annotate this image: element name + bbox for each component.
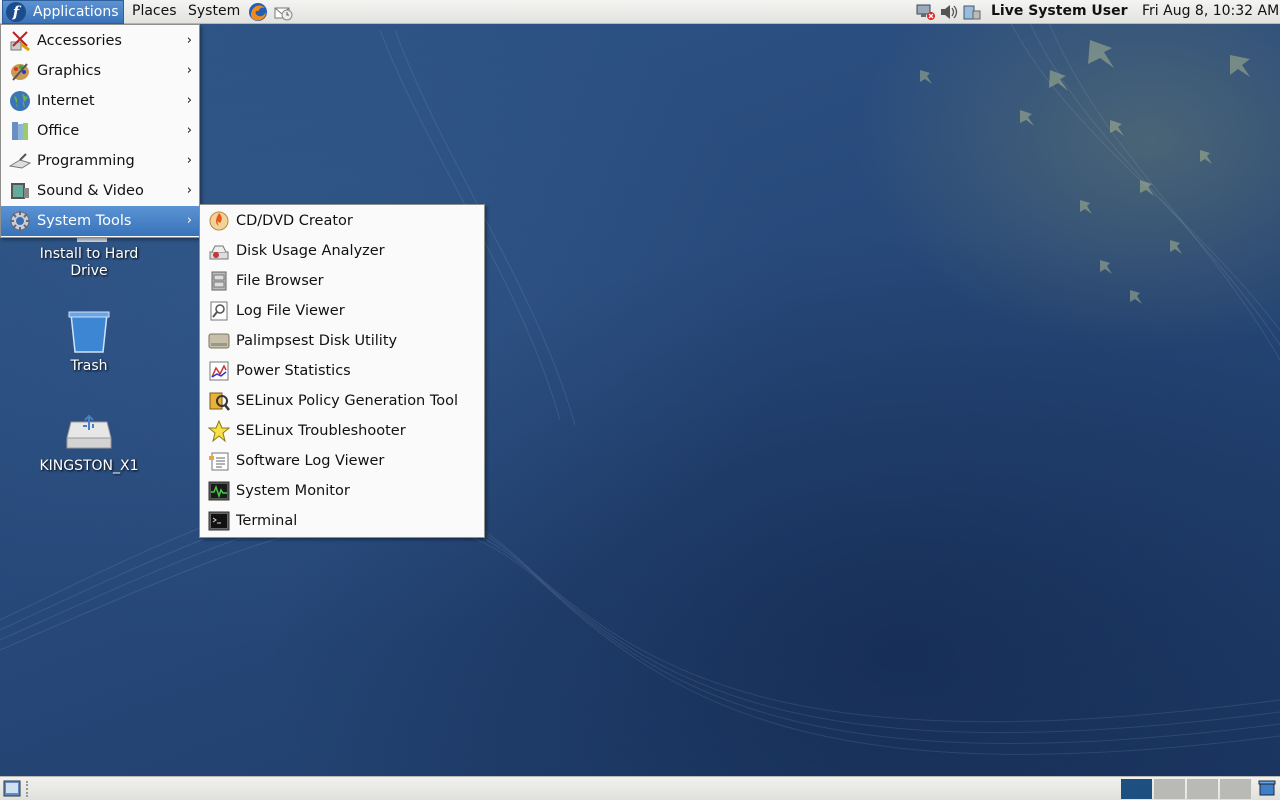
power-statistics-icon bbox=[208, 360, 230, 382]
trash-desktop-icon[interactable]: Trash bbox=[39, 310, 139, 375]
menu-item-log-file-viewer[interactable]: Log File Viewer bbox=[200, 296, 484, 326]
menu-item-selinux-policy-generation-tool[interactable]: SELinux Policy Generation Tool bbox=[200, 386, 484, 416]
submenu-arrow-icon: › bbox=[186, 183, 192, 198]
submenu-arrow-icon: › bbox=[186, 123, 192, 138]
power-manager-icon[interactable] bbox=[962, 3, 981, 21]
desktop-icon-label: Install to Hard Drive bbox=[39, 246, 139, 279]
panel-drag-handle[interactable] bbox=[26, 781, 32, 797]
submenu-arrow-icon: › bbox=[186, 153, 192, 168]
bottom-panel bbox=[0, 776, 1280, 800]
graphics-icon bbox=[9, 60, 31, 82]
menu-item-label: Software Log Viewer bbox=[236, 453, 385, 469]
accessories-icon bbox=[9, 30, 31, 52]
user-name-label[interactable]: Live System User bbox=[991, 0, 1128, 23]
places-label: Places bbox=[132, 3, 177, 19]
office-icon bbox=[9, 120, 31, 142]
software-log-icon bbox=[208, 450, 230, 472]
network-status-icon[interactable] bbox=[916, 3, 935, 21]
clock[interactable]: Fri Aug 8, 10:32 AM bbox=[1142, 0, 1279, 23]
menu-item-accessories[interactable]: Accessories › bbox=[1, 26, 199, 56]
menu-item-label: SELinux Policy Generation Tool bbox=[236, 393, 459, 409]
menu-item-label: Disk Usage Analyzer bbox=[236, 243, 385, 259]
workspace-1[interactable] bbox=[1121, 779, 1153, 799]
places-menu-button[interactable]: Places bbox=[126, 0, 183, 24]
menu-item-label: Terminal bbox=[236, 513, 298, 529]
disk-utility-icon bbox=[208, 330, 230, 352]
internet-icon bbox=[9, 90, 31, 112]
show-desktop-icon[interactable] bbox=[3, 780, 21, 797]
system-tools-icon bbox=[9, 210, 31, 232]
menu-item-label: Log File Viewer bbox=[236, 303, 345, 319]
trash-icon bbox=[65, 310, 113, 354]
submenu-arrow-icon: › bbox=[186, 33, 192, 48]
menu-item-system-monitor[interactable]: System Monitor bbox=[200, 476, 484, 506]
menu-item-label: Office bbox=[37, 123, 80, 139]
submenu-arrow-icon: › bbox=[186, 93, 192, 108]
menu-item-system-tools[interactable]: System Tools › bbox=[1, 206, 199, 236]
menu-item-sound-video[interactable]: Sound & Video › bbox=[1, 176, 199, 206]
kingston-drive-desktop-icon[interactable]: KINGSTON_X1 bbox=[39, 410, 139, 475]
submenu-arrow-icon: › bbox=[186, 63, 192, 78]
sound-video-icon bbox=[9, 180, 31, 202]
menu-item-cd-dvd-creator[interactable]: CD/DVD Creator bbox=[200, 206, 484, 236]
applications-label: Applications bbox=[33, 4, 119, 20]
fedora-logo-icon: f bbox=[6, 2, 26, 22]
system-tools-submenu: CD/DVD Creator Disk Usage Analyzer File … bbox=[199, 204, 485, 538]
menu-item-file-browser[interactable]: File Browser bbox=[200, 266, 484, 296]
applications-menu-button[interactable]: f Applications bbox=[2, 0, 124, 24]
mail-launcher-icon[interactable] bbox=[273, 2, 293, 22]
trash-applet-icon[interactable] bbox=[1258, 780, 1276, 797]
system-menu-button[interactable]: System bbox=[182, 0, 246, 24]
system-label: System bbox=[188, 3, 241, 19]
star-icon bbox=[208, 420, 230, 442]
menu-item-label: CD/DVD Creator bbox=[236, 213, 353, 229]
menu-item-terminal[interactable]: Terminal bbox=[200, 506, 484, 536]
volume-icon[interactable] bbox=[939, 3, 958, 21]
system-monitor-icon bbox=[208, 480, 230, 502]
menu-item-label: Programming bbox=[37, 153, 135, 169]
workspace-2[interactable] bbox=[1154, 779, 1186, 799]
programming-icon bbox=[9, 150, 31, 172]
menu-item-internet[interactable]: Internet › bbox=[1, 86, 199, 116]
menu-item-label: Internet bbox=[37, 93, 95, 109]
menu-item-selinux-troubleshooter[interactable]: SELinux Troubleshooter bbox=[200, 416, 484, 446]
log-viewer-icon bbox=[208, 300, 230, 322]
menu-item-label: Power Statistics bbox=[236, 363, 351, 379]
menu-item-label: System Monitor bbox=[236, 483, 350, 499]
menu-item-label: SELinux Troubleshooter bbox=[236, 423, 406, 439]
menu-item-disk-usage-analyzer[interactable]: Disk Usage Analyzer bbox=[200, 236, 484, 266]
file-cabinet-icon bbox=[208, 270, 230, 292]
workspace-3[interactable] bbox=[1187, 779, 1219, 799]
menu-item-power-statistics[interactable]: Power Statistics bbox=[200, 356, 484, 386]
menu-item-software-log-viewer[interactable]: Software Log Viewer bbox=[200, 446, 484, 476]
applications-menu: Accessories › Graphics › Internet › Offi… bbox=[0, 24, 200, 238]
menu-item-label: Sound & Video bbox=[37, 183, 144, 199]
submenu-arrow-icon: › bbox=[186, 213, 192, 228]
menu-item-office[interactable]: Office › bbox=[1, 116, 199, 146]
menu-item-label: Accessories bbox=[37, 33, 122, 49]
menu-item-graphics[interactable]: Graphics › bbox=[1, 56, 199, 86]
selinux-policy-icon bbox=[208, 390, 230, 412]
top-panel: f Applications Places System Live System… bbox=[0, 0, 1280, 24]
menu-item-label: Palimpsest Disk Utility bbox=[236, 333, 398, 349]
desktop-icon-label: Trash bbox=[70, 358, 108, 374]
menu-item-programming[interactable]: Programming › bbox=[1, 146, 199, 176]
cd-burner-icon bbox=[208, 210, 230, 232]
usb-drive-icon bbox=[65, 410, 113, 454]
menu-item-label: File Browser bbox=[236, 273, 324, 289]
menu-item-palimpsest-disk-utility[interactable]: Palimpsest Disk Utility bbox=[200, 326, 484, 356]
firefox-launcher-icon[interactable] bbox=[248, 2, 268, 22]
desktop-icon-label: KINGSTON_X1 bbox=[39, 458, 139, 474]
disk-usage-icon bbox=[208, 240, 230, 262]
workspace-4[interactable] bbox=[1220, 779, 1252, 799]
menu-item-label: System Tools bbox=[37, 213, 132, 229]
terminal-icon bbox=[208, 510, 230, 532]
menu-item-label: Graphics bbox=[37, 63, 102, 79]
